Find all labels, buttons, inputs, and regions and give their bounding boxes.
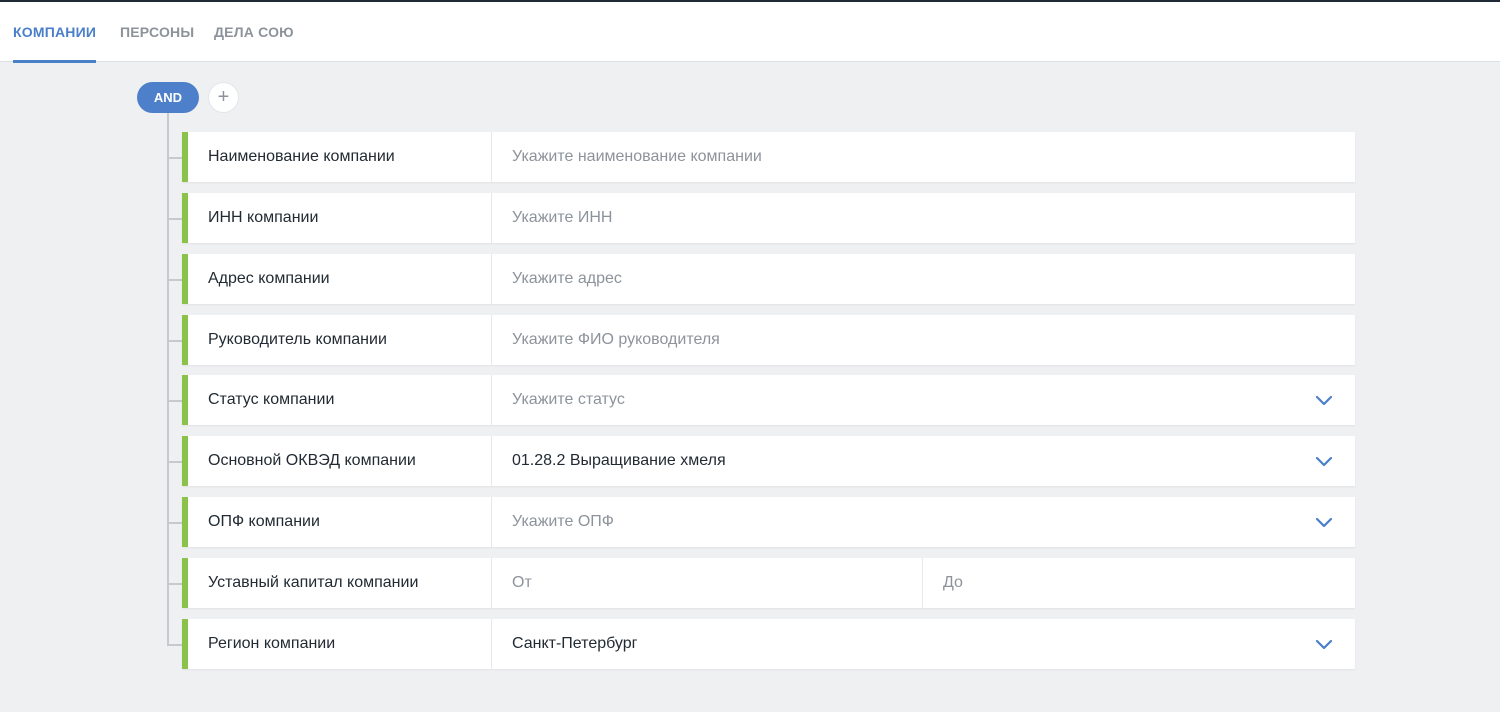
tree-branch	[167, 461, 182, 463]
tree-connector	[167, 113, 169, 646]
capital-to-input[interactable]: До	[922, 558, 1355, 608]
and-operator-button[interactable]: AND	[137, 82, 199, 113]
filter-label: ИНН компании	[208, 209, 319, 226]
filter-label: Статус компании	[208, 391, 335, 408]
field-placeholder: Укажите адрес	[512, 270, 622, 287]
chevron-down-icon[interactable]	[1315, 454, 1333, 468]
filter-row-capital: Уставный капитал компании От До	[182, 558, 1355, 608]
field-value: Санкт-Петербург	[512, 635, 638, 652]
chevron-down-icon[interactable]	[1315, 515, 1333, 529]
filter-row-status: Статус компании Укажите статус	[182, 375, 1355, 425]
field-placeholder: Укажите наименование компании	[512, 148, 762, 165]
filter-row-director: Руководитель компании Укажите ФИО руково…	[182, 315, 1355, 365]
okved-select[interactable]: 01.28.2 Выращивание хмеля	[491, 436, 1355, 486]
filter-label: Регион компании	[208, 635, 336, 652]
field-placeholder: От	[512, 574, 532, 591]
tree-branch	[167, 522, 182, 524]
filter-row-inn: ИНН компании Укажите ИНН	[182, 193, 1355, 243]
field-value: 01.28.2 Выращивание хмеля	[512, 452, 726, 469]
filter-row-region: Регион компании Санкт-Петербург	[182, 619, 1355, 669]
filter-label: Наименование компании	[208, 148, 395, 165]
tab-companies[interactable]: КОМПАНИИ	[13, 2, 97, 63]
region-select[interactable]: Санкт-Петербург	[491, 619, 1355, 669]
tree-branch	[167, 340, 182, 342]
opf-select[interactable]: Укажите ОПФ	[491, 497, 1355, 547]
address-input[interactable]: Укажите адрес	[491, 254, 1355, 304]
field-placeholder: Укажите ИНН	[512, 209, 613, 226]
tree-branch	[167, 400, 182, 402]
capital-from-input[interactable]: От	[491, 558, 922, 608]
field-placeholder: Укажите ОПФ	[512, 513, 614, 530]
add-condition-button[interactable]: +	[208, 82, 239, 113]
inn-input[interactable]: Укажите ИНН	[491, 193, 1355, 243]
field-placeholder: Укажите статус	[512, 391, 625, 408]
tree-branch	[167, 218, 182, 220]
chevron-down-icon[interactable]	[1315, 637, 1333, 651]
field-placeholder: Укажите ФИО руководителя	[512, 331, 720, 348]
filter-label: Адрес компании	[208, 270, 330, 287]
tree-branch	[167, 644, 182, 646]
filter-row-company-name: Наименование компании Укажите наименован…	[182, 132, 1355, 182]
director-input[interactable]: Укажите ФИО руководителя	[491, 315, 1355, 365]
tree-branch	[167, 157, 182, 159]
plus-icon: +	[217, 86, 230, 108]
field-placeholder: До	[943, 574, 963, 591]
tree-branch	[167, 583, 182, 585]
filter-label: Основной ОКВЭД компании	[208, 452, 416, 469]
filter-row-okved: Основной ОКВЭД компании 01.28.2 Выращива…	[182, 436, 1355, 486]
filter-row-opf: ОПФ компании Укажите ОПФ	[182, 497, 1355, 547]
filter-label: ОПФ компании	[208, 513, 320, 530]
chevron-down-icon[interactable]	[1315, 393, 1333, 407]
filter-label: Руководитель компании	[208, 331, 387, 348]
company-name-input[interactable]: Укажите наименование компании	[491, 132, 1355, 182]
tree-branch	[167, 279, 182, 281]
status-select[interactable]: Укажите статус	[491, 375, 1355, 425]
filter-row-address: Адрес компании Укажите адрес	[182, 254, 1355, 304]
tab-persons[interactable]: ПЕРСОНЫ	[120, 2, 194, 62]
tab-court-cases[interactable]: ДЕЛА СОЮ	[214, 2, 294, 62]
tab-bar: КОМПАНИИ ПЕРСОНЫ ДЕЛА СОЮ	[0, 2, 1500, 63]
filter-label: Уставный капитал компании	[208, 574, 419, 591]
